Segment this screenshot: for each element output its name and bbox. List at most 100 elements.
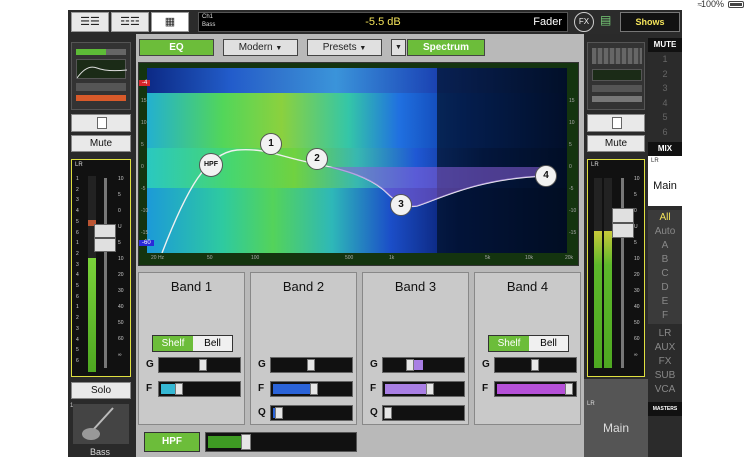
main-meter-panel: LR 10 5 0 U 5 10 20 30 40 50 60 ∞: [587, 159, 645, 377]
balance-knob[interactable]: [612, 117, 622, 129]
output-vca[interactable]: VCA: [648, 384, 682, 395]
mixer-view-button[interactable]: ☰☰: [71, 12, 109, 32]
output-sub[interactable]: SUB: [648, 370, 682, 381]
band-2-gain-label: G: [258, 359, 266, 370]
shows-button[interactable]: Shows: [620, 12, 680, 32]
band-1-bell-option[interactable]: Bell: [193, 336, 232, 351]
band-4-gain-label: G: [482, 359, 490, 370]
output-aux[interactable]: AUX: [648, 342, 682, 353]
main-select-button[interactable]: LR Main: [584, 379, 648, 457]
filter-auto[interactable]: Auto: [648, 226, 682, 237]
masters-header[interactable]: MASTERS: [648, 402, 682, 416]
mute-group-3[interactable]: 3: [648, 83, 682, 93]
mute-group-6[interactable]: 6: [648, 127, 682, 137]
presets-dropdown[interactable]: Presets ▼: [307, 39, 382, 56]
slider-knob[interactable]: [275, 407, 283, 419]
slider-knob[interactable]: [199, 359, 207, 371]
mix-main-selector[interactable]: LR Main: [648, 156, 682, 206]
band-3-q-slider[interactable]: [382, 405, 465, 421]
mute-group-1[interactable]: 1: [648, 54, 682, 64]
hpf-knob[interactable]: [241, 434, 251, 450]
fader-scale-mark: 20: [634, 272, 640, 278]
channel-filter-list: All Auto A B C D E F: [648, 210, 682, 324]
slider-knob[interactable]: [406, 359, 414, 371]
band-1-gain-slider[interactable]: [158, 357, 241, 373]
fader-view-button[interactable]: ▦: [151, 12, 189, 32]
band-4-freq-slider[interactable]: [494, 381, 577, 397]
lr-label: LR: [75, 162, 83, 168]
mute-button[interactable]: Mute: [71, 135, 131, 152]
slider-knob[interactable]: [565, 383, 573, 395]
hpf-button[interactable]: HPF: [144, 432, 200, 452]
mute-groups-header[interactable]: MUTE: [648, 38, 682, 52]
y-tick-label: 0: [569, 164, 572, 170]
fader-scale-mark: U: [634, 224, 638, 230]
filter-a[interactable]: A: [648, 240, 682, 251]
slider-knob[interactable]: [384, 407, 392, 419]
filter-d[interactable]: D: [648, 282, 682, 293]
channel-overview[interactable]: [71, 42, 131, 110]
main-overview[interactable]: [587, 42, 645, 110]
slider-knob[interactable]: [531, 359, 539, 371]
filter-e[interactable]: E: [648, 296, 682, 307]
band-2-gain-slider[interactable]: [270, 357, 353, 373]
eq-button[interactable]: EQ: [139, 39, 214, 56]
gain-bar: [76, 49, 126, 55]
slider-knob[interactable]: [307, 359, 315, 371]
output-fx[interactable]: FX: [648, 356, 682, 367]
band-1-freq-slider[interactable]: [158, 381, 241, 397]
band-1-shelf-bell-toggle[interactable]: Shelf Bell: [152, 335, 233, 352]
band-2-freq-slider[interactable]: [270, 381, 353, 397]
output-lr[interactable]: LR: [648, 328, 682, 339]
pan-control[interactable]: [71, 114, 131, 132]
band-4-node[interactable]: 4: [535, 165, 557, 187]
pan-knob[interactable]: [97, 117, 107, 129]
filter-f[interactable]: F: [648, 310, 682, 321]
channel-icon-tile[interactable]: [73, 404, 129, 444]
main-balance-control[interactable]: [587, 114, 645, 132]
fader-scale-mark: 50: [118, 320, 124, 326]
mute-group-5[interactable]: 5: [648, 112, 682, 122]
filter-all[interactable]: All: [648, 212, 682, 223]
battery-percentage: 100%: [700, 0, 724, 9]
band-2-node[interactable]: 2: [306, 148, 328, 170]
modern-dropdown[interactable]: Modern ▼: [223, 39, 298, 56]
band-3-q-label: Q: [370, 407, 378, 418]
mute-group-4[interactable]: 4: [648, 98, 682, 108]
band-2-q-slider[interactable]: [270, 405, 353, 421]
hpf-slider[interactable]: [205, 432, 357, 452]
band-4-shelf-bell-toggle[interactable]: Shelf Bell: [488, 335, 569, 352]
band-1-shelf-option[interactable]: Shelf: [153, 336, 193, 351]
y-tick-label: -5: [569, 186, 574, 192]
spectrum-toggle-arrow[interactable]: ▼: [391, 39, 406, 56]
main-fader-handle[interactable]: [612, 208, 634, 238]
band-4-bell-option[interactable]: Bell: [529, 336, 568, 351]
slider-knob[interactable]: [426, 383, 434, 395]
mix-header[interactable]: MIX: [648, 142, 682, 156]
spectrum-button[interactable]: Spectrum: [407, 39, 485, 56]
band-3-gain-slider[interactable]: [382, 357, 465, 373]
fader-handle[interactable]: [94, 224, 116, 252]
y-tick-label: 15: [141, 98, 147, 104]
comp-bar: [76, 83, 126, 91]
slider-knob[interactable]: [310, 383, 318, 395]
band-4-gain-slider[interactable]: [494, 357, 577, 373]
filter-c[interactable]: C: [648, 268, 682, 279]
filter-b[interactable]: B: [648, 254, 682, 265]
band-3-freq-slider[interactable]: [382, 381, 465, 397]
solo-button[interactable]: Solo: [71, 382, 131, 399]
slider-knob[interactable]: [175, 383, 183, 395]
keyboard-icon[interactable]: ▤: [600, 13, 611, 27]
band-4-shelf-option[interactable]: Shelf: [489, 336, 529, 351]
band-1-node[interactable]: 1: [260, 133, 282, 155]
y-tick-label: -5: [141, 186, 146, 192]
fx-button[interactable]: FX: [574, 12, 594, 32]
x-tick-label: 20 Hz: [151, 255, 165, 261]
slider-fill: [385, 384, 428, 394]
band-3-node[interactable]: 3: [390, 194, 412, 216]
mute-group-2[interactable]: 2: [648, 69, 682, 79]
eq-graph[interactable]: -4 -60 15 10 5 0 -5 -10 -15 15 10 5 0 -5 -10 -15 20 …: [138, 62, 579, 266]
main-mute-button[interactable]: Mute: [587, 135, 645, 152]
channel-view-button[interactable]: ☲☲: [111, 12, 149, 32]
hpf-node[interactable]: HPF: [199, 153, 223, 177]
